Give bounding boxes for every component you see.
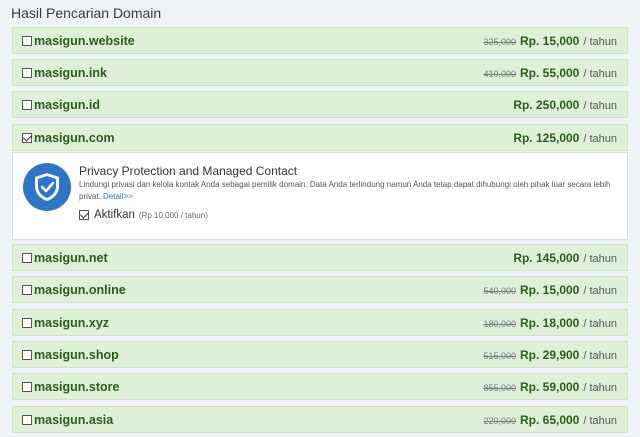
privacy-activate[interactable]: Aktifkan (Rp 10.000 / tahun) [79, 209, 208, 221]
old-price: 220,000 [483, 415, 516, 426]
price-group: 540,000 Rp. 15,000 / tahun [483, 283, 617, 297]
domain-checkbox[interactable] [22, 349, 32, 360]
activate-label: Aktifkan [94, 209, 135, 221]
domain-name: masigun.net [34, 250, 108, 265]
price: Rp. 29,900 [519, 347, 580, 362]
price-period: / tahun [583, 414, 617, 427]
domain-row-asia[interactable]: masigun.asia 220,000 Rp. 65,000 / tahun [12, 406, 628, 433]
price-group: Rp. 145,000 / tahun [513, 251, 617, 265]
old-price: 515,000 [483, 350, 516, 361]
privacy-detail-link[interactable]: Detail>> [103, 192, 133, 201]
price-period: / tahun [583, 99, 617, 112]
price: Rp. 15,000 [519, 33, 580, 48]
price-group: 515,000 Rp. 29,900 / tahun [483, 348, 617, 362]
domain-row-id[interactable]: masigun.id Rp. 250,000 / tahun [12, 91, 628, 118]
old-price: 410,000 [483, 68, 516, 79]
domain-checkbox[interactable] [22, 414, 32, 425]
domain-row-shop[interactable]: masigun.shop 515,000 Rp. 29,900 / tahun [12, 341, 628, 368]
domain-name: masigun.online [34, 282, 126, 297]
old-price: 540,000 [483, 285, 516, 296]
domain-checkbox[interactable] [22, 317, 32, 328]
domain-row-ink[interactable]: masigun.ink 410,000 Rp. 55,000 / tahun [12, 59, 628, 86]
domain-row-net[interactable]: masigun.net Rp. 145,000 / tahun [12, 244, 628, 271]
price-period: / tahun [583, 284, 617, 297]
domain-name: masigun.ink [34, 65, 107, 80]
domain-row-online[interactable]: masigun.online 540,000 Rp. 15,000 / tahu… [12, 276, 628, 303]
domain-checkbox[interactable] [22, 284, 32, 295]
price-group: Rp. 125,000 / tahun [513, 131, 617, 145]
price: Rp. 145,000 [513, 250, 580, 265]
domain-checkbox[interactable] [22, 99, 32, 110]
price: Rp. 125,000 [513, 130, 580, 145]
privacy-title: Privacy Protection and Managed Contact [79, 164, 298, 178]
domain-checkbox[interactable] [22, 35, 32, 46]
domain-checkbox[interactable] [22, 252, 32, 263]
price-group: Rp. 250,000 / tahun [513, 98, 617, 112]
price-period: / tahun [583, 381, 617, 394]
domain-name: masigun.com [34, 130, 115, 145]
domain-row-website[interactable]: masigun.website 325,000 Rp. 15,000 / tah… [12, 27, 628, 54]
price: Rp. 250,000 [513, 97, 580, 112]
price-group: 220,000 Rp. 65,000 / tahun [483, 413, 617, 427]
price: Rp. 59,000 [519, 379, 580, 394]
price-group: 855,000 Rp. 59,000 / tahun [483, 380, 617, 394]
activate-price: (Rp 10.000 / tahun) [138, 210, 208, 220]
old-price: 180,000 [483, 318, 516, 329]
price-group: 410,000 Rp. 55,000 / tahun [483, 66, 617, 80]
domain-name: masigun.id [34, 97, 100, 112]
privacy-protection-panel: Privacy Protection and Managed Contact L… [12, 152, 628, 240]
price: Rp. 55,000 [519, 65, 580, 80]
price-period: / tahun [583, 35, 617, 48]
domain-row-com[interactable]: masigun.com Rp. 125,000 / tahun [12, 124, 628, 151]
price-period: / tahun [583, 317, 617, 330]
price-period: / tahun [583, 67, 617, 80]
domain-name: masigun.xyz [34, 315, 110, 330]
domain-name: masigun.store [34, 379, 120, 394]
domain-checkbox[interactable] [22, 67, 32, 78]
price-period: / tahun [583, 252, 617, 265]
old-price: 855,000 [483, 382, 516, 393]
shield-check-icon [23, 163, 71, 211]
domain-row-xyz[interactable]: masigun.xyz 180,000 Rp. 18,000 / tahun [12, 309, 628, 336]
price-group: 180,000 Rp. 18,000 / tahun [483, 316, 617, 330]
page-title: Hasil Pencarian Domain [11, 5, 162, 21]
price-group: 325,000 Rp. 15,000 / tahun [483, 34, 617, 48]
domain-checkbox[interactable] [22, 381, 32, 392]
price: Rp. 18,000 [519, 315, 580, 330]
price-period: / tahun [583, 349, 617, 362]
activate-checkbox[interactable] [79, 210, 89, 220]
old-price: 325,000 [483, 36, 516, 47]
domain-name: masigun.website [34, 33, 135, 48]
price: Rp. 65,000 [519, 412, 580, 427]
domain-name: masigun.shop [34, 347, 119, 362]
price: Rp. 15,000 [519, 282, 580, 297]
domain-checkbox-checked[interactable] [22, 132, 32, 143]
domain-row-store[interactable]: masigun.store 855,000 Rp. 59,000 / tahun [12, 373, 628, 400]
privacy-description: Lindungi privasi dan kelola kontak Anda … [79, 179, 619, 203]
price-period: / tahun [583, 132, 617, 145]
domain-name: masigun.asia [34, 412, 114, 427]
privacy-description-text: Lindungi privasi dan kelola kontak Anda … [79, 180, 611, 201]
